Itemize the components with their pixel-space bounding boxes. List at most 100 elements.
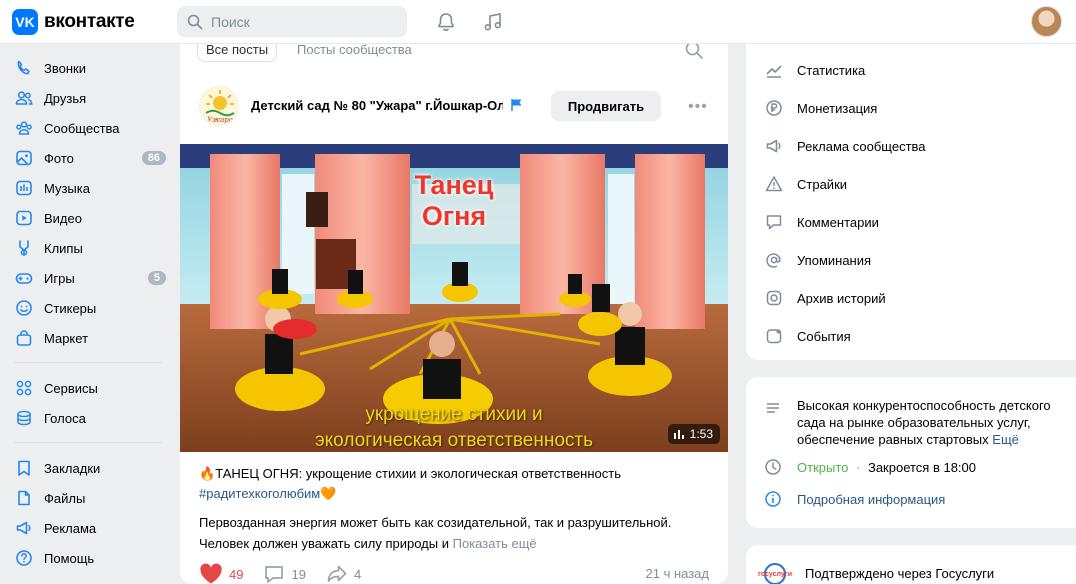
left-sidebar: Звонки Друзья Сообщества Фото 86 Музыка … — [0, 53, 170, 573]
menu-item-label: Реклама сообщества — [797, 138, 926, 154]
details-link[interactable]: Подробная информация — [797, 492, 945, 507]
market-icon — [14, 328, 34, 348]
tab-community-posts[interactable]: Посты сообщества — [297, 44, 412, 57]
services-icon — [14, 378, 34, 398]
comment-count: 19 — [291, 566, 306, 582]
music-note-icon[interactable] — [482, 11, 504, 33]
show-more-link[interactable]: Показать ещё — [453, 536, 537, 551]
tab-all-posts[interactable]: Все посты — [197, 44, 278, 62]
sidebar-item-label: Стикеры — [44, 300, 97, 316]
menu-item-comments[interactable]: Комментарии — [764, 212, 879, 232]
group-avatar[interactable]: Ужара — [199, 86, 239, 126]
feed-tabs: Все посты Посты сообщества — [180, 44, 728, 76]
bell-icon[interactable] — [435, 11, 457, 33]
sidebar-item-calls[interactable]: Звонки — [0, 53, 170, 83]
comment-button[interactable]: 19 — [263, 563, 306, 584]
sidebar-item-video[interactable]: Видео — [0, 203, 170, 233]
description-more-link[interactable]: Ещё — [992, 432, 1019, 447]
megaphone-icon — [764, 136, 784, 156]
feed-search-icon[interactable] — [684, 44, 704, 60]
games-count-badge: 5 — [147, 271, 166, 285]
video-icon — [14, 208, 34, 228]
photo-count-badge: 86 — [141, 151, 166, 165]
comment-icon — [265, 566, 284, 583]
promote-button[interactable]: Продвигать — [551, 91, 661, 121]
sidebar-item-stickers[interactable]: Стикеры — [0, 293, 170, 323]
group-name-link[interactable]: Детский сад № 80 "Ужара" г.Йошкар-Ола — [251, 98, 503, 113]
menu-item-label: События — [797, 328, 851, 344]
post-body-text: Первозданная энергия может быть как сози… — [199, 515, 672, 551]
post-feed: Все посты Посты сообщества Ужара Детский… — [180, 44, 728, 584]
sidebar-item-friends[interactable]: Друзья — [0, 83, 170, 113]
sidebar-item-services[interactable]: Сервисы — [0, 373, 170, 403]
sidebar-item-label: Звонки — [44, 60, 86, 76]
status-open: Открыто — [797, 460, 849, 475]
stickers-icon — [14, 298, 34, 318]
post-timestamp[interactable]: 21 ч назад — [646, 566, 710, 581]
separator-dot: · — [856, 460, 861, 475]
like-button[interactable]: 49 — [199, 563, 243, 584]
sidebar-divider — [14, 442, 162, 443]
menu-item-mentions[interactable]: Упоминания — [764, 250, 871, 270]
search-input[interactable] — [211, 13, 401, 30]
sidebar-item-votes[interactable]: Голоса — [0, 403, 170, 433]
menu-item-strikes[interactable]: Страйки — [764, 174, 847, 194]
community-description: Высокая конкурентоспособность детского с… — [797, 397, 1067, 448]
hashtag-link[interactable]: #радитехкоголюбим — [199, 486, 320, 501]
sidebar-item-files[interactable]: Файлы — [0, 483, 170, 513]
vk-logo-icon: VK — [12, 9, 38, 35]
story-archive-icon — [764, 288, 784, 308]
info-icon — [765, 491, 781, 507]
share-button[interactable]: 4 — [326, 563, 361, 584]
verified-card: госуслуги Подтверждено через Госуслуги — [746, 545, 1076, 584]
menu-item-story-archive[interactable]: Архив историй — [764, 288, 886, 308]
search-icon — [187, 14, 203, 29]
video-title-line: Огня — [421, 201, 487, 231]
sidebar-item-clips[interactable]: Клипы — [0, 233, 170, 263]
menu-item-statistics[interactable]: Статистика — [764, 60, 865, 80]
more-options-icon[interactable]: ••• — [688, 98, 708, 116]
sidebar-item-bookmarks[interactable]: Закладки — [0, 453, 170, 483]
sidebar-item-label: Закладки — [44, 460, 101, 476]
post-title-text: 🔥ТАНЕЦ ОГНЯ: укрощение стихии и экологич… — [199, 464, 709, 504]
sidebar-item-label: Видео — [44, 210, 82, 226]
menu-item-monetization[interactable]: Монетизация — [764, 98, 877, 118]
sidebar-item-music[interactable]: Музыка — [0, 173, 170, 203]
svg-text:Ужара: Ужара — [207, 116, 233, 124]
votes-icon — [14, 408, 34, 428]
top-header: VK вконтакте — [0, 0, 1076, 44]
verified-label[interactable]: Подтверждено через Госуслуги — [805, 566, 994, 581]
search-box[interactable] — [177, 6, 407, 37]
sidebar-item-label: Сообщества — [44, 120, 120, 136]
sidebar-item-ads[interactable]: Реклама — [0, 513, 170, 543]
description-icon — [767, 403, 779, 413]
post-title: ТАНЕЦ ОГНЯ: укрощение стихии и экологиче… — [215, 466, 621, 481]
menu-item-label: Упоминания — [797, 252, 872, 268]
video-player[interactable]: Танец Огня укрощение стихии и экологичес… — [180, 144, 728, 452]
warning-icon — [764, 174, 784, 194]
files-icon — [14, 488, 34, 508]
post-header: Ужара Детский сад № 80 "Ужара" г.Йошкар-… — [180, 86, 728, 126]
video-caption-line: экологическая ответственность — [314, 430, 594, 451]
photo-icon — [14, 148, 34, 168]
flag-icon — [511, 99, 522, 111]
comment-icon — [764, 212, 784, 232]
video-caption-line: укрощение стихии и — [365, 404, 543, 425]
sidebar-item-games[interactable]: Игры 5 — [0, 263, 170, 293]
community-management-menu: Статистика Монетизация Реклама сообществ… — [746, 44, 1076, 360]
menu-item-label: Архив историй — [797, 290, 886, 306]
menu-item-events[interactable]: События — [764, 326, 851, 346]
sidebar-item-communities[interactable]: Сообщества — [0, 113, 170, 143]
sidebar-item-help[interactable]: Помощь — [0, 543, 170, 573]
community-info-card: Высокая конкурентоспособность детского с… — [746, 377, 1076, 528]
sidebar-item-market[interactable]: Маркет — [0, 323, 170, 353]
opening-hours[interactable]: Открыто · Закроется в 18:00 — [797, 460, 976, 475]
user-avatar[interactable] — [1031, 6, 1062, 37]
gosuslugi-icon: госуслуги — [758, 563, 792, 584]
sidebar-item-photo[interactable]: Фото 86 — [0, 143, 170, 173]
stats-icon — [764, 60, 784, 80]
menu-item-community-ads[interactable]: Реклама сообщества — [764, 136, 926, 156]
sidebar-item-label: Музыка — [44, 180, 90, 196]
menu-item-label: Монетизация — [797, 100, 878, 116]
vk-logo[interactable]: VK вконтакте — [12, 9, 135, 35]
